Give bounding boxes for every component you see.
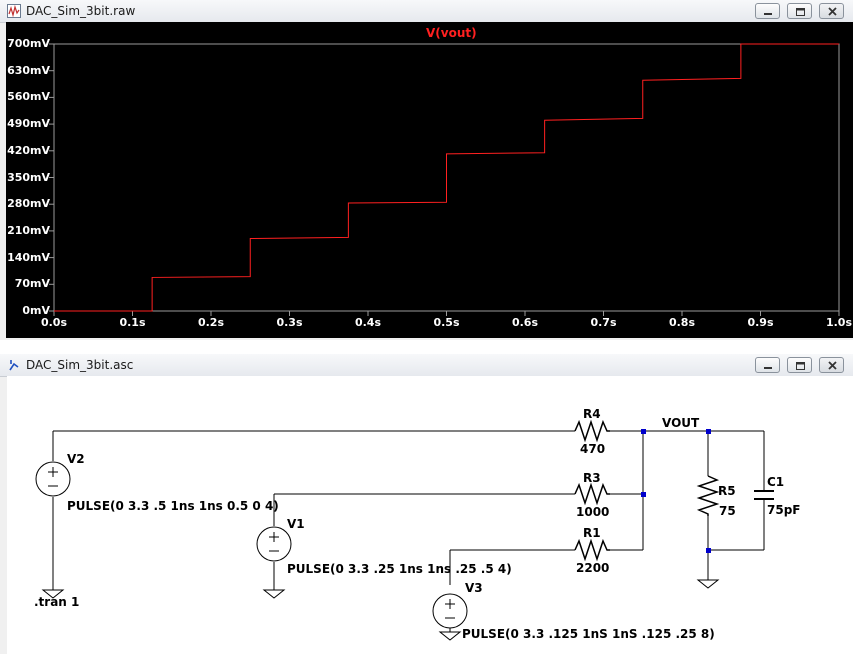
schematic-window-titlebar[interactable]: DAC_Sim_3bit.asc [0,354,853,377]
close-icon [828,361,837,370]
ground-icon [262,586,286,599]
r5-value[interactable]: 75 [719,504,736,518]
minimize-icon [764,367,772,369]
ground-icon [438,628,462,641]
waveform-chart[interactable] [6,22,853,338]
v3-value[interactable]: PULSE(0 3.3 .125 1nS 1nS .125 .25 8) [462,627,715,641]
restore-icon [796,362,805,370]
net-label-vout[interactable]: VOUT [662,416,700,430]
waveform-icon [7,4,21,18]
series-line-vout[interactable] [54,43,839,312]
r4-value[interactable]: 470 [580,442,605,456]
schematic-restore-button[interactable] [787,357,812,373]
c1-name[interactable]: C1 [767,475,784,489]
spice-directive[interactable]: .tran 1 [34,595,79,609]
r1-name[interactable]: R1 [583,526,601,540]
minimize-icon [764,13,772,15]
capacitor-c1-symbol[interactable] [754,490,774,500]
schematic-icon [9,360,19,371]
ground-icon [696,576,720,589]
plot-close-button[interactable] [819,3,844,19]
v1-name[interactable]: V1 [287,517,305,531]
plot-window-title: DAC_Sim_3bit.raw [26,4,136,18]
restore-icon [796,8,805,16]
schematic-drawing[interactable]: R4 470 R3 1000 R1 2200 VOUT R5 75 C1 75p… [7,376,853,654]
resistor-r4-symbol[interactable] [574,419,610,443]
plot-window-titlebar[interactable]: DAC_Sim_3bit.raw [0,0,853,23]
r4-name[interactable]: R4 [583,407,601,421]
plot-minimize-button[interactable] [755,3,780,19]
junction-dot [706,429,711,434]
junction-dot [641,429,646,434]
resistor-r1-symbol[interactable] [574,538,610,562]
voltage-source-v1-symbol[interactable] [256,526,292,562]
r1-value[interactable]: 2200 [576,561,609,575]
r3-name[interactable]: R3 [583,471,601,485]
r3-value[interactable]: 1000 [576,505,609,519]
waveform-plot-pane[interactable]: V(vout) 0mV 70mV 140mV 210mV 280mV 350mV 420mV… [6,22,853,338]
c1-value[interactable]: 75pF [767,503,801,517]
junction-dot [706,548,711,553]
v2-value[interactable]: PULSE(0 3.3 .5 1ns 1ns 0.5 0 4) [67,499,279,513]
schematic-window-title: DAC_Sim_3bit.asc [26,358,134,372]
schematic-canvas[interactable]: R4 470 R3 1000 R1 2200 VOUT R5 75 C1 75p… [7,376,853,661]
voltage-source-v3-symbol[interactable] [432,593,468,629]
r5-name[interactable]: R5 [718,484,736,498]
resistor-r5-symbol[interactable] [696,475,720,516]
plot-window: DAC_Sim_3bit.raw V(vout) 0mV 70mV 140mV 210… [0,0,853,340]
v3-name[interactable]: V3 [465,581,483,595]
junction-dot [641,492,646,497]
close-icon [828,7,837,16]
resistor-r3-symbol[interactable] [574,482,610,506]
plot-restore-button[interactable] [787,3,812,19]
v1-value[interactable]: PULSE(0 3.3 .25 1ns 1ns .25 .5 4) [287,562,512,576]
schematic-window: DAC_Sim_3bit.asc R4 470 R3 1000 R1 2200 … [0,354,853,661]
v2-name[interactable]: V2 [67,452,85,466]
schematic-minimize-button[interactable] [755,357,780,373]
schematic-close-button[interactable] [819,357,844,373]
voltage-source-v2-symbol[interactable] [35,461,71,497]
